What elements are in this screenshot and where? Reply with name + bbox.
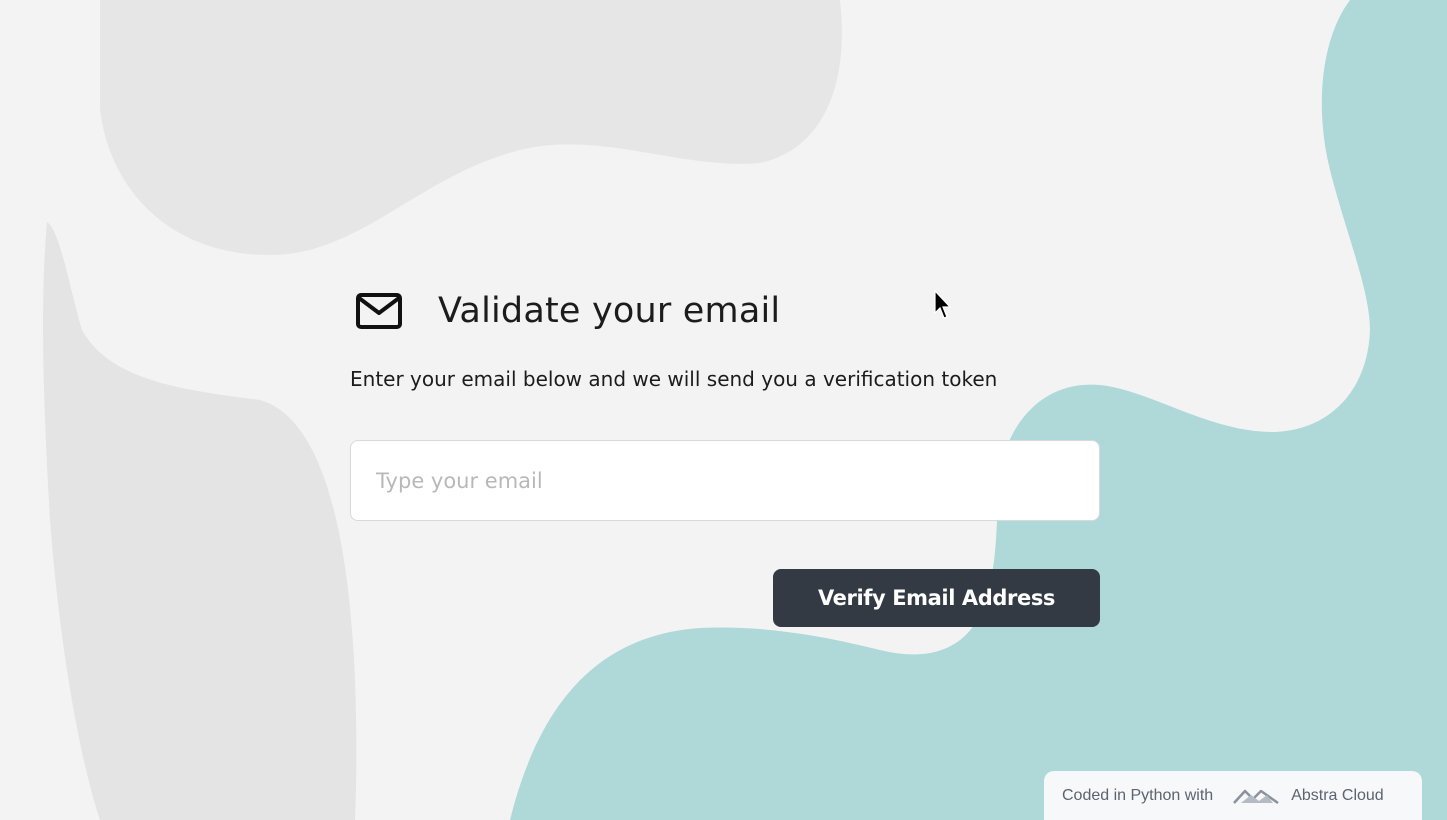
footer-brand: Abstra Cloud (1291, 786, 1384, 804)
footer-prefix: Coded in Python with (1062, 786, 1214, 804)
verify-email-button[interactable]: Verify Email Address (773, 569, 1100, 627)
mouse-cursor-icon (934, 290, 952, 319)
gray-blob-top (100, 0, 842, 255)
page-subtitle: Enter your email below and we will send … (350, 367, 998, 391)
abstra-logo-icon (1233, 787, 1279, 805)
gray-blob-left (43, 222, 357, 820)
form-actions: Verify Email Address (350, 569, 1100, 627)
page-title: Validate your email (438, 291, 781, 331)
verify-email-card: Validate your email Enter your email bel… (350, 285, 1100, 627)
abstra-footer-badge[interactable]: Coded in Python with Abstra Cloud (1044, 771, 1422, 820)
title-row: Validate your email (350, 285, 1100, 337)
email-field[interactable] (350, 440, 1100, 521)
mail-icon (355, 291, 403, 331)
